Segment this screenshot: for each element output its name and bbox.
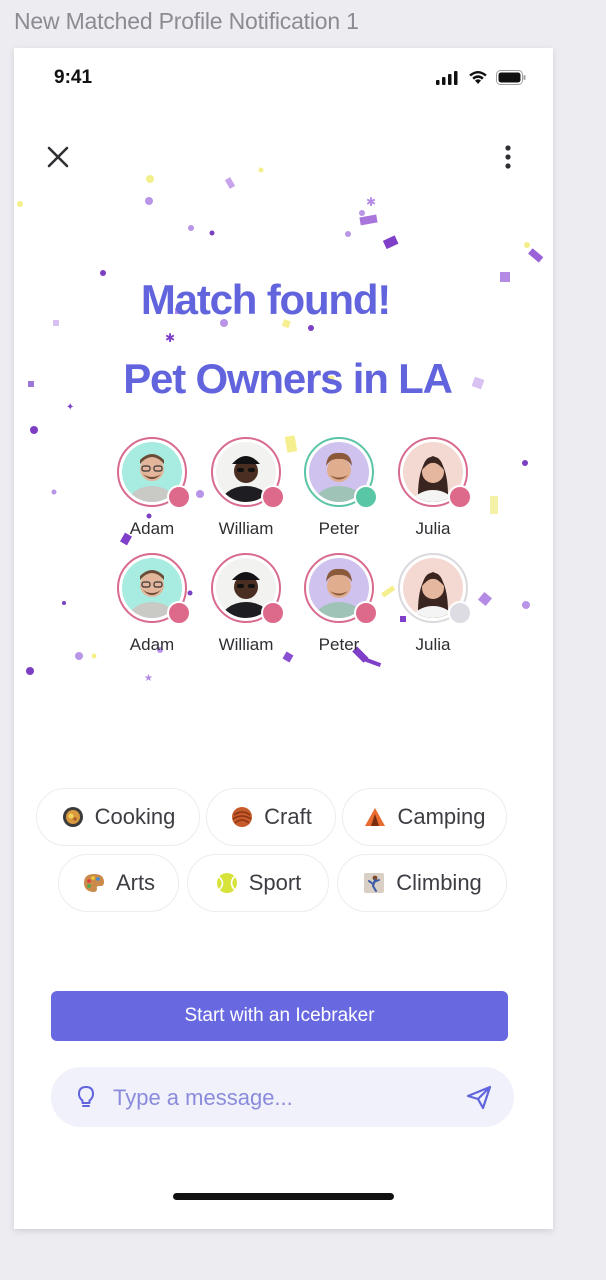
profile-peter-1[interactable]: Peter — [302, 437, 378, 539]
status-bar: 9:41 — [14, 48, 553, 108]
avatar[interactable] — [117, 553, 191, 625]
status-dot — [448, 485, 472, 509]
svg-text:✦: ✦ — [66, 402, 74, 413]
profile-name: Adam — [129, 635, 175, 654]
yarn-icon — [232, 807, 253, 827]
svg-text:✱: ✱ — [165, 331, 175, 345]
interest-chip-sport[interactable]: Sport — [187, 854, 329, 912]
chip-label: Climbing — [396, 870, 482, 895]
pan-icon — [62, 807, 83, 827]
profile-adam-2[interactable]: Adam — [115, 553, 191, 655]
status-dot — [354, 485, 378, 509]
chip-label: Sport — [248, 870, 302, 895]
phone-screen: 9:41 ✱ ✱ ✦ ★ Match found! Pet Owners in … — [14, 48, 553, 1229]
status-dot — [448, 601, 472, 625]
tent-icon — [365, 808, 386, 826]
profile-name: Peter — [318, 635, 360, 654]
chip-label: Arts — [115, 870, 156, 895]
avatar[interactable] — [211, 437, 285, 509]
svg-text:✱: ✱ — [366, 195, 376, 209]
wifi-icon — [469, 70, 487, 84]
palette-icon — [83, 874, 104, 892]
message-composer — [51, 1067, 514, 1127]
status-dot — [167, 485, 191, 509]
cellular-signal-icon — [436, 71, 458, 85]
send-icon[interactable] — [465, 1084, 493, 1110]
interest-chip-arts[interactable]: Arts — [58, 854, 179, 912]
status-dot — [354, 601, 378, 625]
chip-label: Craft — [264, 804, 312, 829]
ball-icon — [216, 873, 237, 893]
profile-peter-2[interactable]: Peter — [302, 553, 378, 655]
avatar[interactable] — [398, 437, 472, 509]
chip-label: Camping — [397, 804, 486, 829]
climber-icon — [364, 873, 385, 893]
profile-william-1[interactable]: William — [209, 437, 285, 539]
profile-name: Julia — [415, 635, 451, 654]
profile-julia-2[interactable]: Julia — [396, 553, 472, 655]
profile-julia-1[interactable]: Julia — [396, 437, 472, 539]
interest-chip-climbing[interactable]: Climbing — [337, 854, 507, 912]
home-indicator — [173, 1193, 394, 1200]
close-icon[interactable] — [44, 143, 72, 171]
status-dot — [261, 485, 285, 509]
profile-adam-1[interactable]: Adam — [115, 437, 191, 539]
svg-text:★: ★ — [144, 673, 153, 684]
profile-name: Adam — [129, 519, 175, 538]
battery-icon — [496, 70, 526, 85]
profile-name: Julia — [415, 519, 451, 538]
chip-label: Cooking — [94, 804, 176, 829]
avatar[interactable] — [398, 553, 472, 625]
frame-title: New Matched Profile Notification 1 — [14, 8, 359, 34]
profile-name: William — [218, 519, 274, 538]
avatar[interactable] — [117, 437, 191, 509]
start-icebreaker-button[interactable]: Start with an Icebraker — [51, 991, 508, 1041]
lightbulb-icon[interactable] — [75, 1085, 97, 1109]
group-name-heading: Pet Owners in LA — [123, 355, 453, 402]
match-found-heading: Match found! — [140, 276, 391, 323]
avatar[interactable] — [211, 553, 285, 625]
more-options-icon[interactable] — [498, 143, 518, 171]
profile-william-2[interactable]: William — [209, 553, 285, 655]
interest-chip-craft[interactable]: Craft — [206, 788, 336, 846]
interest-chip-camping[interactable]: Camping — [342, 788, 507, 846]
status-dot — [261, 601, 285, 625]
avatar[interactable] — [304, 553, 378, 625]
interest-chip-cooking[interactable]: Cooking — [36, 788, 200, 846]
profile-name: William — [218, 635, 274, 654]
status-time: 9:41 — [54, 67, 93, 88]
status-dot — [167, 601, 191, 625]
profile-name: Peter — [318, 519, 360, 538]
avatar[interactable] — [304, 437, 378, 509]
message-input[interactable] — [111, 1079, 455, 1117]
